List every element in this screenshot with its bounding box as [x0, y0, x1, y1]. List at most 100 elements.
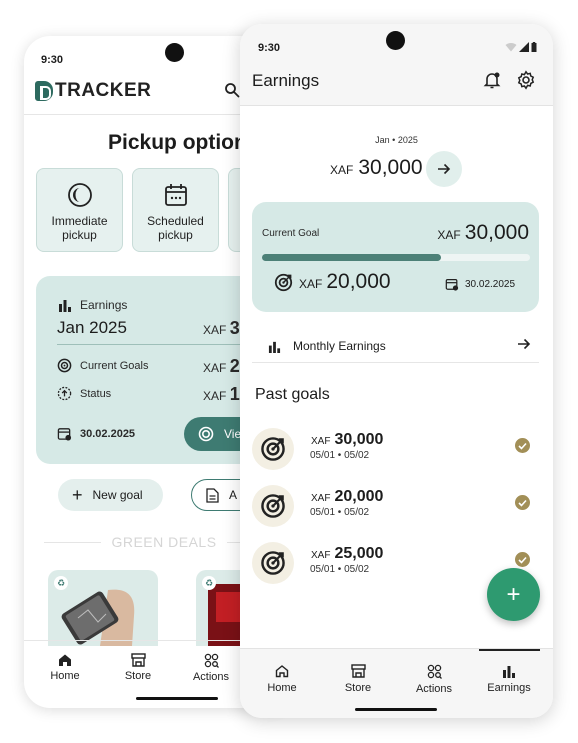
app-showcase: 9:30 TRACKER Pickup options Immediate pi…	[0, 0, 578, 743]
nav-store[interactable]: Store	[322, 664, 394, 694]
past-goals-heading: Past goals	[255, 386, 330, 403]
currency-label: XAF	[203, 361, 227, 375]
new-goal-button[interactable]: + New goal	[58, 479, 163, 511]
amount-value: 3	[229, 318, 240, 338]
signal-icon	[519, 42, 529, 52]
new-goal-label: New goal	[92, 488, 143, 502]
earnings-heading: Earnings	[58, 298, 127, 312]
nav-label: Store	[124, 670, 152, 682]
page-title: Pickup options	[108, 131, 259, 154]
store-icon	[350, 664, 366, 678]
goal-due-date: 30.02.2025	[445, 277, 515, 291]
immediate-pickup-option[interactable]: Immediate pickup	[36, 168, 123, 252]
next-month-button[interactable]	[426, 151, 462, 187]
monthly-earnings-row[interactable]: Monthly Earnings	[252, 330, 539, 363]
battery-icon	[531, 42, 537, 52]
amount-value: 25,000	[334, 545, 384, 562]
target-arrow-icon	[261, 494, 285, 518]
view-button-label: Vie	[224, 427, 242, 441]
nav-earnings[interactable]: Earnings	[473, 664, 545, 694]
currency-label: XAF	[299, 277, 323, 291]
currency-label: XAF	[437, 228, 461, 242]
scheduled-pickup-option[interactable]: Scheduled pickup	[132, 168, 219, 252]
nav-actions[interactable]: Actions	[171, 653, 251, 683]
past-goal-item[interactable]: XAF 20,000 05/01 • 05/02	[252, 485, 539, 531]
wifi-icon	[505, 42, 517, 52]
target-arrow-icon	[261, 437, 285, 461]
past-goal-range: 05/01 • 05/02	[310, 564, 370, 575]
search-icon[interactable]	[224, 82, 240, 98]
check-icon	[515, 552, 530, 567]
app-logo: TRACKER	[35, 80, 151, 102]
actions-icon	[427, 664, 442, 679]
status-time: 9:30	[41, 54, 64, 66]
check-icon	[515, 495, 530, 510]
add-goal-fab[interactable]: +	[487, 568, 540, 621]
current-goal-label: Current Goal	[262, 228, 320, 239]
current-goals-label: Current Goals	[80, 359, 149, 372]
target-arrow-icon	[274, 273, 293, 291]
current-goals-amount: XAF 2	[203, 356, 240, 377]
half-moon-icon	[67, 183, 92, 207]
gesture-bar	[355, 708, 437, 711]
due-date-row: 30.02.2025	[57, 426, 135, 441]
monthly-earnings-label: Monthly Earnings	[293, 339, 386, 353]
nav-home[interactable]: Home	[246, 664, 318, 694]
goal-target-amount: 30,000	[464, 221, 529, 244]
currency-label: XAF	[203, 389, 227, 403]
nav-home[interactable]: Home	[25, 653, 105, 682]
nav-label: Earnings	[487, 682, 531, 694]
nav-label: Actions	[192, 671, 230, 683]
nav-actions[interactable]: Actions	[398, 664, 470, 695]
target-arrow-icon	[261, 551, 285, 575]
goal-achieved-amount: 20,000	[326, 270, 391, 293]
past-goal-item[interactable]: XAF 30,000 05/01 • 05/02	[252, 428, 539, 474]
goal-target: XAF 30,000	[437, 221, 529, 245]
currency-label: XAF	[311, 493, 331, 504]
nav-label: Store	[344, 682, 372, 694]
front-camera	[165, 43, 184, 62]
due-date: 30.02.2025	[80, 427, 136, 440]
due-date-text: 30.02.2025	[465, 278, 516, 290]
goal-achieved: XAF 20,000	[274, 270, 391, 294]
notification-bell-icon[interactable]	[482, 70, 502, 90]
goal-progress-fill	[262, 254, 441, 261]
check-icon	[515, 438, 530, 453]
goal-progress-bar	[262, 254, 530, 261]
recycle-icon: ♻	[202, 576, 216, 590]
front-camera	[386, 31, 405, 50]
page-title: Earnings	[252, 71, 320, 90]
amount-value: 1	[229, 384, 240, 404]
status-label: Status	[80, 387, 112, 400]
month-total-amount: 30,000	[358, 156, 423, 179]
nav-label: Home	[267, 682, 297, 694]
past-goal-amount: XAF 25,000	[311, 545, 383, 563]
current-goal-card[interactable]: Current Goal XAF 30,000 XAF 20,000 30.02…	[252, 202, 539, 312]
past-goal-range: 05/01 • 05/02	[310, 450, 370, 461]
calendar-clock-icon	[57, 428, 72, 441]
bar-chart-icon	[268, 341, 281, 353]
past-goal-amount: XAF 30,000	[311, 431, 383, 449]
nav-store[interactable]: Store	[98, 653, 178, 682]
arrow-right-icon	[438, 163, 451, 175]
status-time: 9:30	[258, 42, 281, 54]
amount-value: 2	[229, 356, 240, 376]
active-tab-indicator	[479, 649, 540, 651]
bar-chart-icon	[503, 666, 515, 678]
product-card[interactable]: ♻	[48, 570, 158, 646]
goal-badge	[252, 542, 294, 584]
amount-value: 30,000	[334, 431, 384, 448]
deals-heading-text: GREEN DEALS	[111, 534, 217, 550]
target-icon	[198, 426, 214, 442]
home-icon	[275, 665, 289, 678]
status-arrow-icon	[57, 386, 72, 401]
month-label: Jan • 2025	[375, 135, 418, 145]
settings-gear-icon[interactable]	[516, 70, 536, 90]
bar-chart-icon	[59, 300, 71, 312]
document-icon	[206, 487, 219, 503]
earnings-screen: 9:30 Earnings Jan • 2025 XAF 30,000 Curr…	[240, 24, 553, 718]
past-goal-amount: XAF 20,000	[311, 488, 383, 506]
logo-mark-icon	[35, 81, 53, 101]
option-label: Scheduled pickup	[147, 214, 204, 242]
earnings-heading-label: Earnings	[80, 298, 128, 312]
